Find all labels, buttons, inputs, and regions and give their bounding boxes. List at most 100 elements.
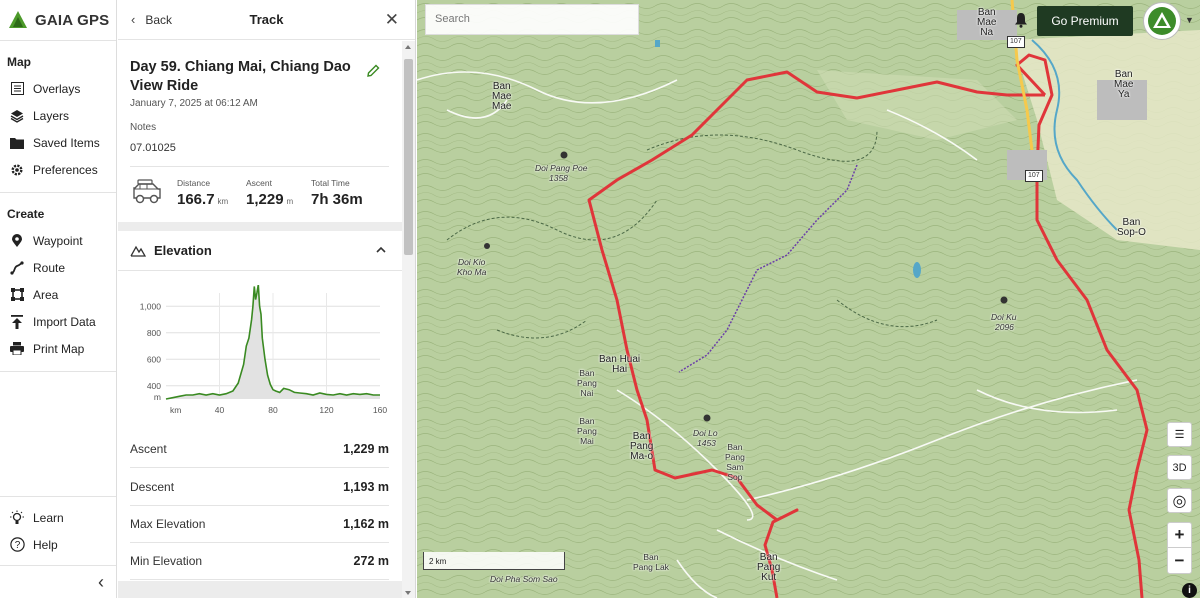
- section-gap: [118, 581, 403, 598]
- back-button[interactable]: ‹ Back: [131, 12, 172, 27]
- layer-list-button[interactable]: ☰: [1167, 422, 1192, 447]
- collapse-sidebar-button[interactable]: ‹: [0, 565, 116, 598]
- sidebar-item-route[interactable]: Route: [0, 254, 116, 281]
- back-label: Back: [145, 12, 173, 27]
- sidebar-item-help[interactable]: ? Help: [0, 531, 116, 558]
- sidebar-item-label: Print Map: [33, 341, 85, 356]
- y-tick-label: 400: [147, 381, 161, 391]
- x-tick-label: 40: [215, 405, 225, 415]
- sidebar-item-waypoint[interactable]: Waypoint: [0, 227, 116, 254]
- go-premium-button[interactable]: Go Premium: [1037, 6, 1133, 36]
- 3d-toggle-button[interactable]: 3D: [1167, 455, 1192, 480]
- locate-icon[interactable]: ◎: [1167, 488, 1192, 513]
- sidebar-item-label: Preferences: [33, 162, 98, 177]
- metric-value: 272 m: [353, 554, 389, 568]
- y-tick-label: m: [154, 392, 161, 402]
- panel-body: Day 59. Chiang Mai, Chiang Dao View Ride…: [118, 41, 403, 598]
- layers-icon: [9, 108, 25, 124]
- sidebar-item-label: Saved Items: [33, 135, 100, 150]
- search-input[interactable]: Search: [425, 4, 639, 35]
- zoom-out-button[interactable]: −: [1168, 548, 1191, 573]
- map-canvas: [417, 0, 1200, 598]
- metric-label: Max Elevation: [130, 517, 206, 531]
- app-logo[interactable]: GAIA GPS: [0, 0, 116, 40]
- metric-value: 1,229 m: [343, 442, 389, 456]
- peak-elevation-label: 2096: [995, 322, 1014, 332]
- saved-items-icon: [9, 135, 25, 151]
- gaia-logo-icon: [9, 11, 27, 28]
- distance-stat: Distance 166.7 km: [177, 178, 228, 208]
- road-shield: 107: [1007, 36, 1025, 48]
- elevation-header[interactable]: Elevation: [118, 231, 403, 271]
- bell-icon[interactable]: [1014, 12, 1028, 28]
- sidebar-item-preferences[interactable]: Preferences: [0, 156, 116, 183]
- sidebar-item-layers[interactable]: Layers: [0, 102, 116, 129]
- sidebar-item-label: Import Data: [33, 314, 96, 329]
- chevron-left-icon: ‹: [131, 12, 136, 27]
- panel-header: ‹ Back Track ✕: [118, 0, 415, 40]
- sidebar-divider: [0, 371, 116, 372]
- sidebar-item-learn[interactable]: Learn: [0, 504, 116, 531]
- section-gap: [118, 222, 403, 231]
- chevron-down-icon[interactable]: ▼: [1185, 15, 1194, 25]
- sidebar-item-saved-items[interactable]: Saved Items: [0, 129, 116, 156]
- distance-label: Distance: [177, 178, 211, 188]
- close-icon[interactable]: ✕: [385, 10, 399, 30]
- chevron-up-icon[interactable]: [375, 244, 387, 256]
- elevation-chart[interactable]: 1,000 800 600 400mkm 40 80 120 160: [128, 285, 393, 420]
- peak-elevation-label: 1453: [697, 438, 716, 448]
- sidebar-item-area[interactable]: Area: [0, 281, 116, 308]
- sidebar-item-print-map[interactable]: Print Map: [0, 335, 116, 362]
- peak-elevation-label: 1358: [549, 173, 568, 183]
- place-label: Ban Pang Lak: [633, 552, 669, 572]
- place-label: Ban Pang Kut: [757, 552, 781, 583]
- panel-scrollbar[interactable]: [402, 41, 415, 598]
- x-tick-label: 120: [319, 405, 333, 415]
- x-tick-label: 160: [373, 405, 387, 415]
- sidebar-item-label: Layers: [33, 108, 70, 123]
- ascent-unit: m: [286, 197, 294, 206]
- scroll-down-arrow[interactable]: [405, 591, 411, 595]
- x-tick-label: km: [170, 405, 181, 415]
- place-label: Ban Mae Mae: [492, 81, 512, 112]
- route-icon: [9, 260, 25, 276]
- distance-value: 166.7: [177, 191, 215, 208]
- metric-row-min-elevation: Min Elevation 272 m: [130, 543, 389, 580]
- track-date: January 7, 2025 at 06:12 AM: [130, 98, 258, 109]
- place-label: Ban Mae Na: [977, 7, 997, 38]
- y-tick-label: 1,000: [140, 301, 162, 311]
- metric-label: Descent: [130, 480, 175, 494]
- scroll-thumb[interactable]: [404, 59, 413, 255]
- topo-map[interactable]: Ban Mae Na Ban Mae Ya Ban Mae Mae Doi Pa…: [417, 0, 1200, 598]
- sidebar-bottom: Learn ? Help: [0, 496, 116, 558]
- sidebar-item-overlays[interactable]: Overlays: [0, 75, 116, 102]
- sidebar-item-import-data[interactable]: Import Data: [0, 308, 116, 335]
- scale-bar: 2 km: [423, 552, 565, 570]
- info-icon[interactable]: i: [1182, 583, 1197, 598]
- zoom-in-button[interactable]: +: [1168, 523, 1191, 548]
- metric-row-descent: Descent 1,193 m: [130, 469, 389, 506]
- create-section-heading: Create: [7, 207, 45, 221]
- track-panel: ‹ Back Track ✕ Day 59. Chiang Mai, Chian…: [118, 0, 416, 598]
- app-sidebar: GAIA GPS Map Overlays Layers Saved Items…: [0, 0, 117, 598]
- track-name: Day 59. Chiang Mai, Chiang Dao View Ride: [130, 59, 351, 94]
- divider: [130, 166, 389, 167]
- user-avatar-icon: [1148, 7, 1176, 35]
- area-icon: [9, 287, 25, 303]
- zoom-controls: + −: [1167, 522, 1192, 574]
- help-icon: ?: [9, 537, 25, 553]
- notes-label: Notes: [130, 122, 157, 133]
- metric-value: 1,162 m: [343, 517, 389, 531]
- avatar[interactable]: [1143, 2, 1181, 40]
- road-shield: 107: [1025, 170, 1043, 182]
- scroll-up-arrow[interactable]: [405, 45, 411, 49]
- waypoint-icon: [9, 233, 25, 249]
- peak-label: Doi Pang Poe: [535, 163, 588, 173]
- place-label: Ban Pang Sam Sop: [725, 442, 745, 482]
- metric-row-max-elevation: Max Elevation 1,162 m: [130, 506, 389, 543]
- pencil-icon[interactable]: [366, 64, 380, 78]
- metric-label: Ascent: [130, 442, 167, 456]
- metric-value: 1,193 m: [343, 480, 389, 494]
- place-label: Ban Pang Nai: [577, 368, 597, 398]
- sidebar-item-label: Overlays: [33, 81, 81, 96]
